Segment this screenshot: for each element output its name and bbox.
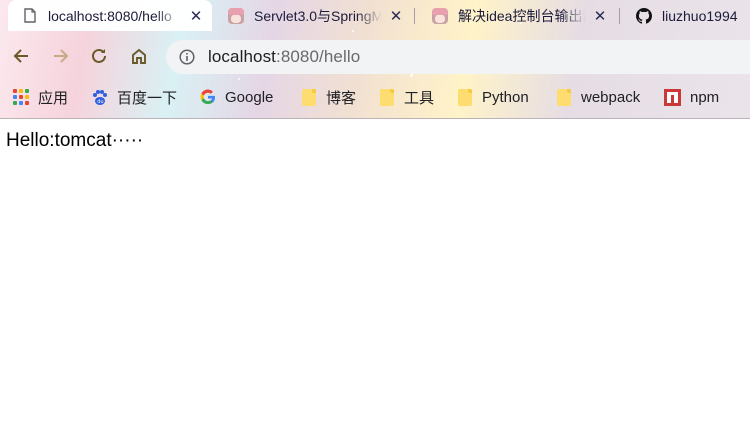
forward-arrow-icon (54, 49, 69, 63)
bookmark-label: Google (225, 88, 274, 106)
tab-title: 解决idea控制台输出乱码 (458, 7, 586, 24)
github-icon (636, 7, 652, 24)
tab-title: liuzhuo1994 (662, 7, 738, 24)
bookmark-label: 博客 (326, 89, 357, 107)
reload-icon (92, 48, 106, 63)
tab-localhost[interactable]: localhost:8080/hello ✕ (8, 0, 212, 31)
page-body-text: Hello:tomcat····· (6, 130, 144, 151)
baidu-paw-icon: du (91, 89, 108, 106)
tab-github[interactable]: liuzhuo1994 (622, 0, 750, 31)
bookmark-label: 工具 (404, 89, 435, 107)
folder-icon (555, 88, 572, 106)
grid-icon (745, 89, 750, 106)
tab-title: localhost:8080/hello (48, 7, 172, 24)
bookmark-label: 应用 (38, 89, 69, 107)
google-icon (199, 89, 216, 106)
tab-title: Servlet3.0与SpringMVC (254, 7, 382, 24)
tab-strip: localhost:8080/hello ✕ Servlet3.0与Spring… (0, 0, 750, 31)
folder-icon (300, 88, 317, 106)
bookmark-google[interactable]: Google (199, 83, 273, 111)
bookmark-apps[interactable]: 应用 (12, 83, 68, 111)
anime-avatar-icon (228, 7, 244, 24)
bookmark-blog[interactable]: 博客 (300, 83, 356, 111)
close-tab-icon[interactable]: ✕ (188, 7, 204, 25)
bookmark-baidu[interactable]: du 百度一下 (91, 83, 177, 111)
theme-sparkle (238, 78, 240, 80)
apps-grid-icon (12, 89, 29, 106)
folder-icon (378, 88, 395, 106)
page-icon (22, 8, 38, 24)
bookmark-label: 百度一下 (117, 89, 178, 107)
forward-button[interactable] (46, 41, 76, 71)
bookmark-webpack[interactable]: webpack (555, 83, 640, 111)
bookmark-label: npm (690, 88, 720, 106)
bookmarks-bar: 应用 du 百度一下 Google 博客 工具 Python webpack n… (0, 83, 750, 111)
tab-separator (414, 8, 415, 24)
tab-servlet[interactable]: Servlet3.0与SpringMVC ✕ (214, 0, 412, 31)
toolbar: localhost:8080/hello (0, 38, 750, 76)
url-path: :8080/hello (276, 47, 361, 66)
bookmark-npm[interactable]: npm (664, 83, 719, 111)
bookmark-overflow[interactable] (745, 83, 750, 111)
folder-icon (456, 88, 473, 106)
bookmark-label: Python (482, 88, 529, 106)
tab-separator (619, 8, 620, 24)
home-icon (132, 48, 146, 64)
address-bar[interactable]: localhost:8080/hello (166, 40, 750, 74)
browser-chrome: localhost:8080/hello ✕ Servlet3.0与Spring… (0, 0, 750, 119)
svg-text:du: du (97, 99, 103, 105)
url-host: localhost (208, 47, 276, 66)
back-button[interactable] (6, 41, 36, 71)
bookmark-label: webpack (581, 88, 641, 106)
npm-icon (664, 88, 681, 106)
reload-button[interactable] (84, 41, 114, 71)
anime-avatar-icon (432, 7, 448, 24)
bookmark-tools[interactable]: 工具 (378, 83, 434, 111)
back-arrow-icon (13, 49, 28, 63)
tab-idea[interactable]: 解决idea控制台输出乱码 ✕ (418, 0, 616, 31)
close-tab-icon[interactable]: ✕ (388, 7, 404, 25)
home-button[interactable] (124, 41, 154, 71)
close-tab-icon[interactable]: ✕ (592, 7, 608, 25)
url-text[interactable]: localhost:8080/hello (208, 47, 360, 67)
bookmark-python[interactable]: Python (456, 83, 529, 111)
info-icon[interactable] (178, 48, 196, 66)
